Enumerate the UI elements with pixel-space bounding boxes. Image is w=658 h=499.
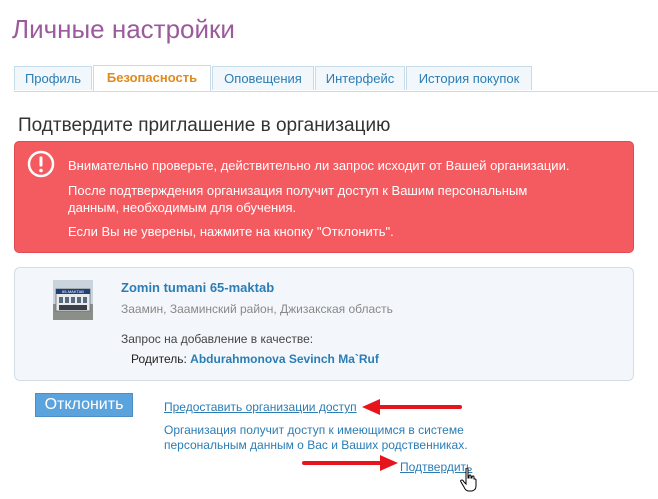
alert-text-line: После подтверждения организация получит …: [68, 183, 528, 198]
decline-button[interactable]: Отклонить: [35, 393, 133, 417]
role-label: Родитель:: [131, 352, 187, 366]
page-title: Личные настройки: [12, 14, 235, 44]
exclamation-circle-icon: [27, 150, 55, 178]
grant-access-link[interactable]: Предоставить организации доступ: [164, 400, 357, 414]
hand-cursor-icon: [460, 468, 477, 492]
annotation-arrow-icon: [302, 455, 398, 471]
section-title: Подтвердите приглашение в организацию: [18, 115, 391, 136]
organization-name[interactable]: Zomin tumani 65-maktab: [121, 280, 274, 295]
grant-desc-line: персональным данным о Вас и Ваших родств…: [164, 438, 468, 452]
photo-sign-text: 65-MAKTAB: [62, 289, 84, 294]
tab-purchase-history[interactable]: История покупок: [406, 66, 532, 90]
warning-alert: Внимательно проверьте, действительно ли …: [14, 141, 634, 253]
tab-interface[interactable]: Интерфейс: [315, 66, 405, 90]
organization-card: 65-MAKTAB Zomin tumani 65-maktab Заамин,…: [14, 267, 634, 381]
alert-text-line: данным, необходимым для обучения.: [68, 200, 297, 215]
role-person-name: Abdurahmonova Sevinch Ma`Ruf: [190, 352, 379, 366]
alert-text-line: Внимательно проверьте, действительно ли …: [68, 158, 570, 173]
organization-address: Заамин, Зааминский район, Джизакская обл…: [121, 302, 393, 316]
annotation-arrow-icon: [362, 399, 462, 415]
tab-security[interactable]: Безопасность: [93, 65, 211, 91]
alert-text-line: Если Вы не уверены, нажмите на кнопку "О…: [68, 224, 394, 239]
tab-notifications[interactable]: Оповещения: [212, 66, 314, 90]
tab-bar: Профиль Безопасность Оповещения Интерфей…: [14, 65, 658, 92]
role-line: Родитель: Abdurahmonova Sevinch Ma`Ruf: [131, 352, 379, 366]
grant-access-description: Организация получит доступ к имеющимся в…: [164, 423, 494, 453]
tab-profile[interactable]: Профиль: [14, 66, 92, 90]
organization-photo: 65-MAKTAB: [53, 280, 93, 320]
request-label: Запрос на добавление в качестве:: [121, 332, 314, 346]
grant-desc-line: Организация получит доступ к имеющимся в…: [164, 423, 464, 437]
